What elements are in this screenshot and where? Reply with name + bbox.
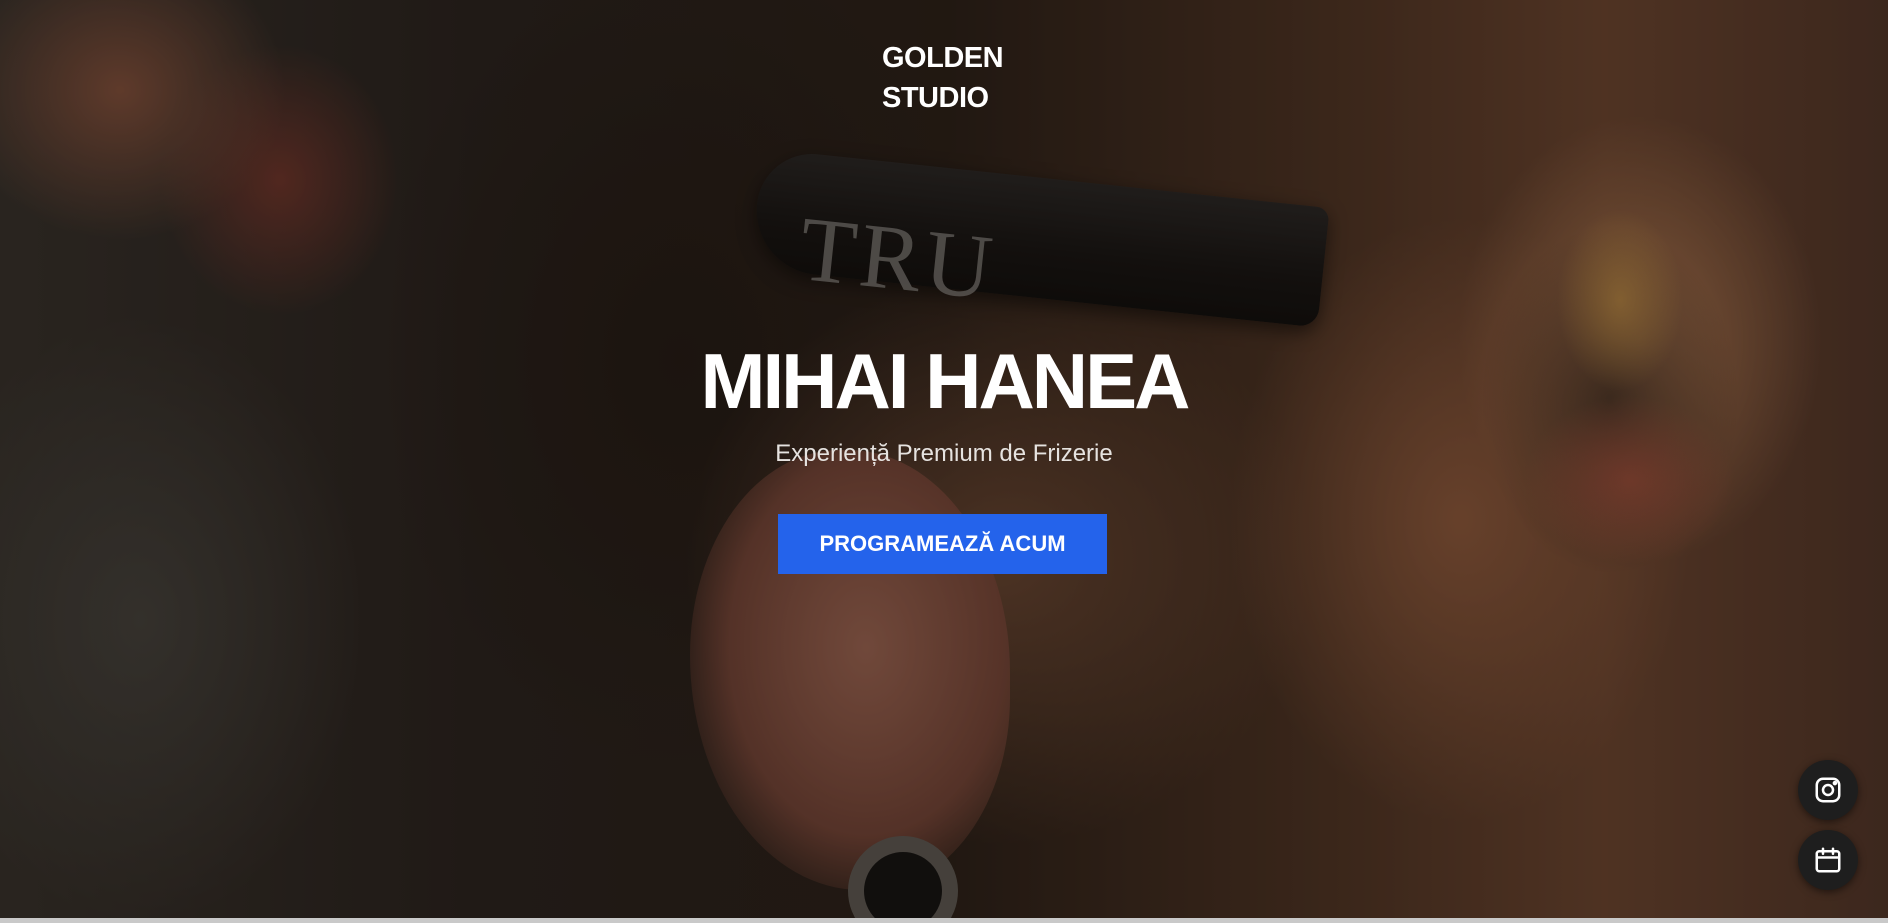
hero-subtitle: Experiență Premium de Frizerie [775,440,1113,467]
brand-line-2: STUDIO [882,82,989,114]
calendar-icon [1815,847,1841,873]
calendar-button[interactable] [1798,830,1858,890]
book-now-button[interactable]: PROGRAMEAZĂ ACUM [778,514,1107,574]
brand-line-1: GOLDEN [882,42,1004,74]
instagram-icon [1815,777,1841,803]
hero-title: MIHAI HANEA [700,337,1191,425]
page-bottom-edge [0,918,1888,923]
brand-logo[interactable]: GOLDEN STUDIO [882,38,1004,118]
instagram-button[interactable] [1798,760,1858,820]
